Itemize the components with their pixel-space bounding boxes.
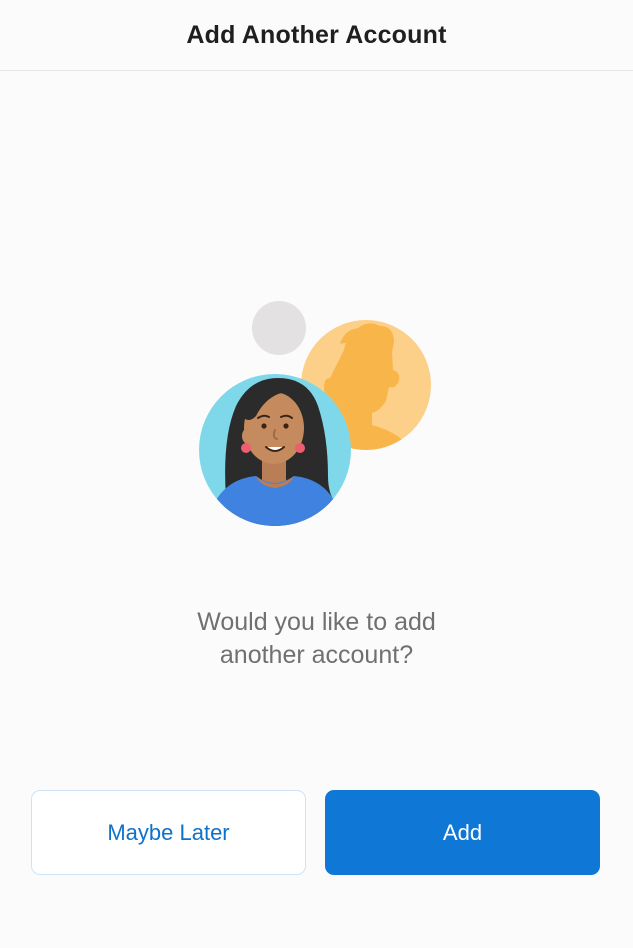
add-label: Add: [442, 819, 483, 845]
prompt-line-2: another account?: [219, 641, 414, 669]
maybe-later-button[interactable]: Maybe Later: [31, 790, 306, 875]
add-button[interactable]: Add: [325, 790, 600, 875]
person-avatar-icon: [199, 374, 351, 526]
accounts-illustration-icon: [196, 298, 436, 530]
navigation-header: Add Another Account: [0, 0, 633, 71]
small-circle-icon: [252, 301, 306, 355]
prompt-line-1: Would you like to add: [197, 608, 436, 636]
add-account-prompt: Would you like to add another account?: [60, 606, 573, 672]
page-title: Add Another Account: [186, 21, 447, 49]
maybe-later-label: Maybe Later: [107, 819, 230, 845]
